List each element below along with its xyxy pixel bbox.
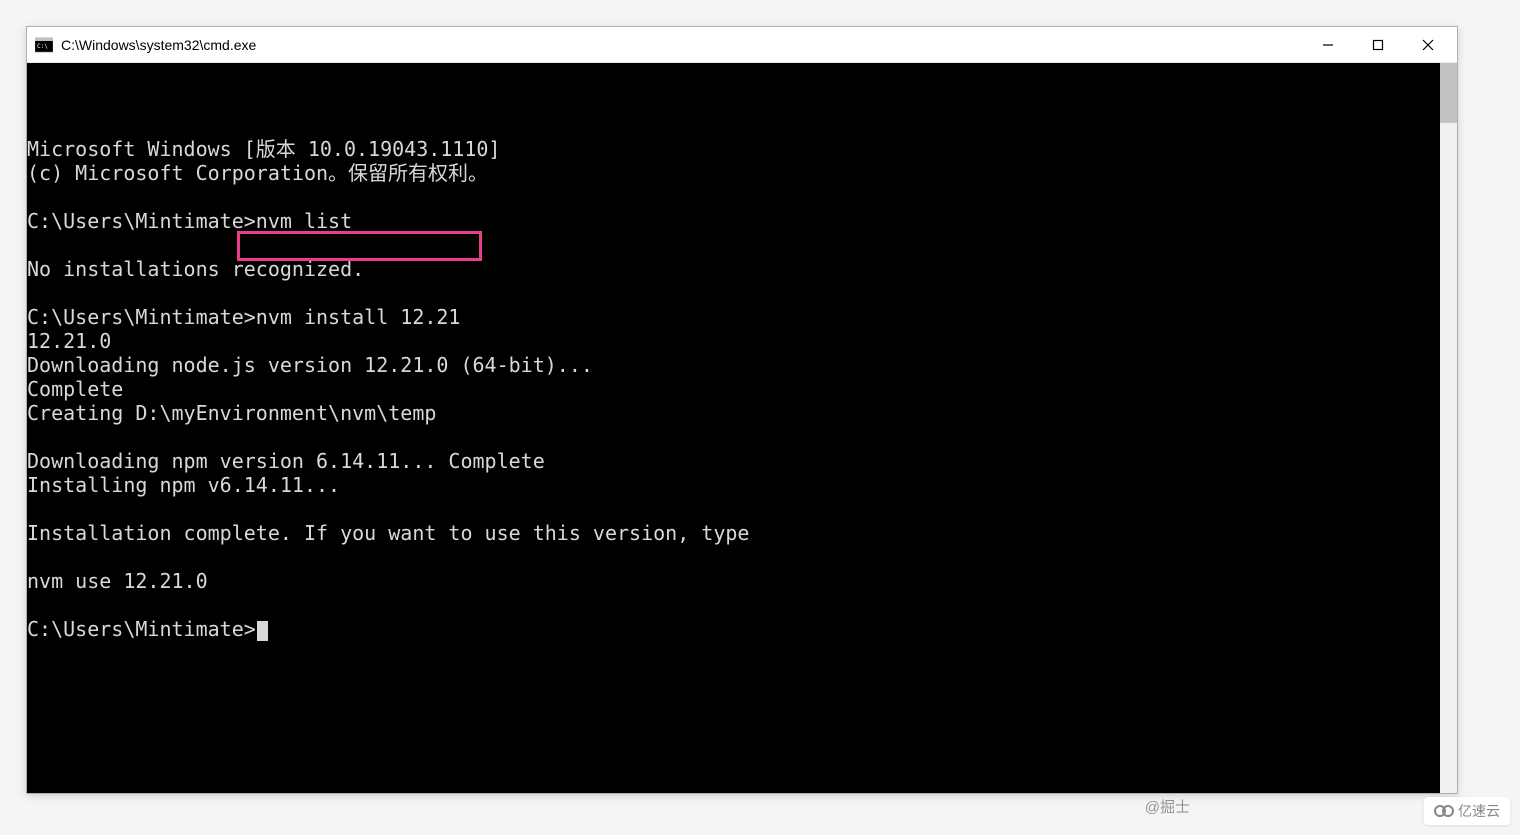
cmd-app-icon: C:\	[35, 36, 53, 54]
terminal-line: (c) Microsoft Corporation。保留所有权利。	[27, 161, 1440, 185]
watermark-label: 亿速云	[1458, 801, 1500, 821]
terminal-line: Microsoft Windows [版本 10.0.19043.1110]	[27, 137, 1440, 161]
terminal-line: Downloading node.js version 12.21.0 (64-…	[27, 353, 1440, 377]
close-button[interactable]	[1403, 27, 1453, 63]
cmd-window: C:\ C:\Windows\system32\cmd.exe Microsof…	[26, 26, 1458, 794]
terminal-line: No installations recognized.	[27, 257, 1440, 281]
scrollbar-thumb[interactable]	[1440, 63, 1457, 123]
terminal-line: Downloading npm version 6.14.11... Compl…	[27, 449, 1440, 473]
terminal-line: Installation complete. If you want to us…	[27, 521, 1440, 545]
terminal-output[interactable]: Microsoft Windows [版本 10.0.19043.1110](c…	[27, 63, 1440, 793]
terminal-line: C:\Users\Mintimate>nvm list	[27, 209, 1440, 233]
terminal-line: 12.21.0	[27, 329, 1440, 353]
terminal-line: nvm use 12.21.0	[27, 569, 1440, 593]
terminal-line	[27, 497, 1440, 521]
terminal-line	[27, 593, 1440, 617]
terminal-line: Complete	[27, 377, 1440, 401]
svg-text:C:\: C:\	[37, 43, 48, 50]
window-controls	[1303, 27, 1453, 62]
minimize-button[interactable]	[1303, 27, 1353, 63]
terminal-cursor	[257, 621, 268, 641]
terminal-line	[27, 233, 1440, 257]
terminal-line: Installing npm v6.14.11...	[27, 473, 1440, 497]
window-title: C:\Windows\system32\cmd.exe	[61, 37, 1303, 53]
watermark-badge: 亿速云	[1424, 797, 1510, 825]
maximize-button[interactable]	[1353, 27, 1403, 63]
watermark-logo-icon	[1434, 805, 1454, 817]
terminal-line	[27, 545, 1440, 569]
terminal-line	[27, 425, 1440, 449]
terminal-line	[27, 185, 1440, 209]
window-titlebar[interactable]: C:\ C:\Windows\system32\cmd.exe	[27, 27, 1457, 63]
terminal-line: C:\Users\Mintimate>nvm install 12.21	[27, 305, 1440, 329]
terminal-area: Microsoft Windows [版本 10.0.19043.1110](c…	[27, 63, 1457, 793]
terminal-line	[27, 281, 1440, 305]
watermark-alt: @掘士	[1145, 796, 1190, 817]
terminal-line: C:\Users\Mintimate>	[27, 617, 1440, 641]
vertical-scrollbar[interactable]	[1440, 63, 1457, 793]
terminal-line: Creating D:\myEnvironment\nvm\temp	[27, 401, 1440, 425]
